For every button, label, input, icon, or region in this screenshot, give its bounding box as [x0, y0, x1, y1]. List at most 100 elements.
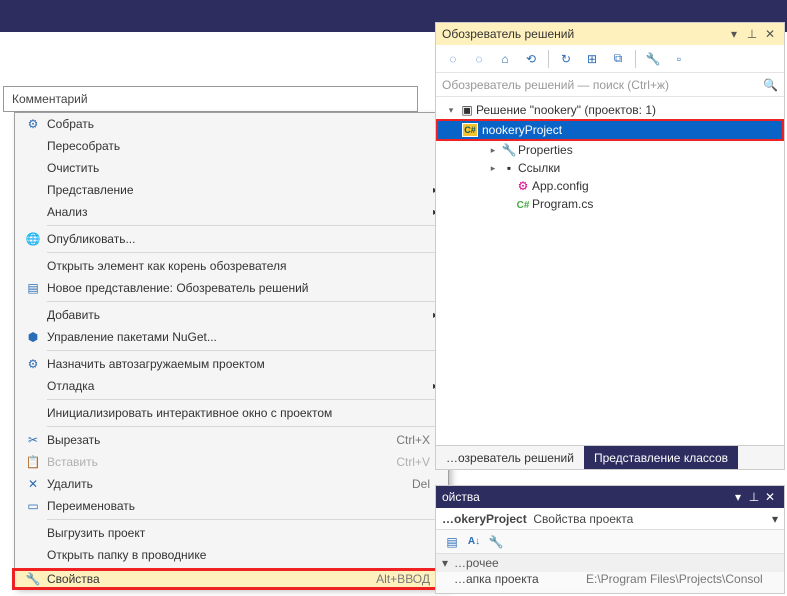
- properties-icon[interactable]: 🔧: [642, 48, 664, 70]
- solution-icon: ▣: [458, 103, 476, 117]
- menu-item[interactable]: Пересобрать: [15, 135, 448, 157]
- menu-item[interactable]: Очистить: [15, 157, 448, 179]
- dropdown-icon[interactable]: ▾: [726, 26, 742, 42]
- project-node[interactable]: C# nookeryProject: [438, 121, 782, 139]
- collapse-icon[interactable]: ⊞: [581, 48, 603, 70]
- menu-separator: [47, 399, 448, 400]
- solution-node[interactable]: ▾ ▣ Решение "nookery" (проектов: 1): [436, 101, 784, 119]
- solution-explorer-search[interactable]: Обозреватель решений — поиск (Ctrl+ж) 🔍: [436, 73, 784, 97]
- menu-item[interactable]: Инициализировать интерактивное окно с пр…: [15, 402, 448, 424]
- solution-explorer-panel: Обозреватель решений ▾ ⊥ ✕ ◌ ◌ ⌂ ⟲ ↻ ⊞ ⧉…: [435, 22, 785, 470]
- preview-icon[interactable]: ▫: [668, 48, 690, 70]
- menu-item[interactable]: ✕УдалитьDel: [15, 473, 448, 495]
- properties-toolbar: ▤ A↓ 🔧: [436, 530, 784, 554]
- menu-item[interactable]: ✂ВырезатьCtrl+X: [15, 429, 448, 451]
- tree-node[interactable]: C#Program.cs: [436, 195, 784, 213]
- properties-object-type: Свойства проекта: [533, 512, 633, 526]
- sync-icon[interactable]: ⟲: [520, 48, 542, 70]
- menu-item-shortcut: Alt+ВВОД: [360, 572, 430, 586]
- property-category[interactable]: ▾ …рочее: [436, 554, 784, 572]
- menu-item[interactable]: Анализ: [15, 201, 448, 223]
- tab-class-view[interactable]: Представление классов: [584, 446, 738, 469]
- back-icon[interactable]: ◌: [442, 48, 464, 70]
- menu-item[interactable]: Выгрузить проект: [15, 522, 448, 544]
- menu-item-label: Выгрузить проект: [47, 526, 430, 540]
- expander-icon[interactable]: ▸: [486, 145, 500, 156]
- menu-item[interactable]: Открыть папку в проводнике: [15, 544, 448, 566]
- expander-icon[interactable]: ▾: [442, 556, 454, 570]
- expander-icon[interactable]: ▾: [444, 105, 458, 116]
- close-icon[interactable]: ✕: [762, 490, 778, 504]
- blank-icon: [19, 304, 47, 326]
- solution-explorer-titlebar[interactable]: Обозреватель решений ▾ ⊥ ✕: [436, 23, 784, 45]
- menu-item-label: Вставить: [47, 455, 360, 469]
- tree-node[interactable]: ⚙App.config: [436, 177, 784, 195]
- menu-item-shortcut: Ctrl+X: [360, 433, 430, 447]
- menu-item-label: Удалить: [47, 477, 360, 491]
- menu-item-label: Назначить автозагружаемым проектом: [47, 357, 430, 371]
- property-row[interactable]: …апка проекта E:\Program Files\Projects\…: [436, 572, 784, 590]
- blank-icon: [19, 522, 47, 544]
- menu-item-label: Опубликовать...: [47, 232, 430, 246]
- menu-item[interactable]: ⬢Управление пакетами NuGet...: [15, 326, 448, 348]
- csharp-project-icon: C#: [462, 123, 478, 137]
- menu-item-label: Пересобрать: [47, 139, 430, 153]
- rename-icon: ▭: [19, 495, 47, 517]
- expander-icon[interactable]: ▸: [486, 163, 500, 174]
- search-placeholder: Обозреватель решений — поиск (Ctrl+ж): [442, 78, 669, 92]
- pin-icon[interactable]: ⊥: [744, 26, 760, 42]
- tree-node[interactable]: ▸▪Ссылки: [436, 159, 784, 177]
- menu-item-label: Переименовать: [47, 499, 430, 513]
- categorize-icon[interactable]: ▤: [442, 532, 462, 552]
- blank-icon: [19, 135, 47, 157]
- menu-item-label: Вырезать: [47, 433, 360, 447]
- comment-dropdown[interactable]: Комментарий: [3, 86, 418, 112]
- tree-node-label: Program.cs: [532, 197, 593, 211]
- project-node-highlight: C# nookeryProject: [436, 119, 784, 141]
- menu-item[interactable]: ▤Новое представление: Обозреватель решен…: [15, 277, 448, 299]
- menu-item[interactable]: Представление: [15, 179, 448, 201]
- menu-separator: [47, 350, 448, 351]
- properties-titlebar[interactable]: ойства ▾ ⊥ ✕: [436, 486, 784, 508]
- menu-separator: [47, 301, 448, 302]
- tab-solution-explorer[interactable]: …озреватель решений: [436, 446, 584, 469]
- menu-separator: [47, 252, 448, 253]
- forward-icon[interactable]: ◌: [468, 48, 490, 70]
- menu-item[interactable]: Отладка: [15, 375, 448, 397]
- wrench-icon[interactable]: 🔧: [486, 532, 506, 552]
- menu-item[interactable]: ▭Переименовать: [15, 495, 448, 517]
- dropdown-icon[interactable]: ▾: [772, 512, 778, 526]
- menu-separator: [47, 519, 448, 520]
- dropdown-icon[interactable]: ▾: [730, 490, 746, 504]
- menu-item[interactable]: 🌐Опубликовать...: [15, 228, 448, 250]
- sort-az-icon[interactable]: A↓: [464, 532, 484, 552]
- properties-selector[interactable]: …okeryProject Свойства проекта ▾: [436, 508, 784, 530]
- category-label: …рочее: [454, 556, 499, 570]
- menu-item[interactable]: Открыть элемент как корень обозревателя: [15, 255, 448, 277]
- menu-item[interactable]: ⚙Назначить автозагружаемым проектом: [15, 353, 448, 375]
- solution-explorer-toolbar: ◌ ◌ ⌂ ⟲ ↻ ⊞ ⧉ 🔧 ▫: [436, 45, 784, 73]
- solution-label: Решение "nookery" (проектов: 1): [476, 103, 656, 117]
- menu-item-label: Отладка: [47, 379, 430, 393]
- comment-label: Комментарий: [12, 92, 88, 106]
- blank-icon: [19, 157, 47, 179]
- startup-icon: ⚙: [19, 353, 47, 375]
- menu-item[interactable]: 🔧СвойстваAlt+ВВОД: [12, 568, 451, 590]
- show-all-icon[interactable]: ⧉: [607, 48, 629, 70]
- tree-node[interactable]: ▸🔧Properties: [436, 141, 784, 159]
- close-icon[interactable]: ✕: [762, 26, 778, 42]
- context-menu: ⚙СобратьПересобратьОчиститьПредставление…: [14, 112, 449, 588]
- property-name: …апка проекта: [436, 572, 586, 590]
- paste-icon: 📋: [19, 451, 47, 473]
- menu-item-shortcut: Ctrl+V: [360, 455, 430, 469]
- menu-item-label: Представление: [47, 183, 430, 197]
- blank-icon: [19, 179, 47, 201]
- refresh-icon[interactable]: ↻: [555, 48, 577, 70]
- home-icon[interactable]: ⌂: [494, 48, 516, 70]
- menu-item[interactable]: Добавить: [15, 304, 448, 326]
- menu-item[interactable]: ⚙Собрать: [15, 113, 448, 135]
- blank-icon: [19, 201, 47, 223]
- menu-item-label: Собрать: [47, 117, 430, 131]
- tree-node-label: Ссылки: [518, 161, 560, 175]
- pin-icon[interactable]: ⊥: [746, 490, 762, 504]
